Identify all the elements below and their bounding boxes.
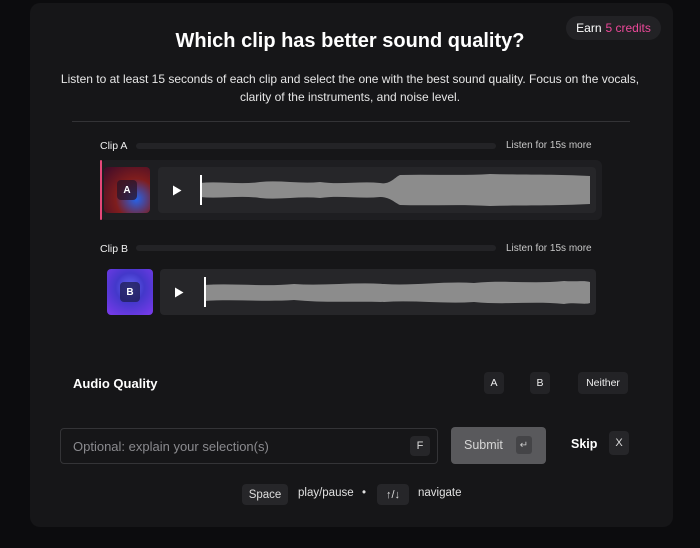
clip-b-label: Clip B xyxy=(100,243,129,255)
hint-separator: • xyxy=(362,487,367,499)
submit-label: Submit xyxy=(464,438,503,452)
clip-a-selected-indicator xyxy=(100,160,102,220)
submit-button[interactable]: Submit ↵ xyxy=(451,427,546,464)
clip-b-waveform[interactable] xyxy=(204,275,590,309)
clip-a-row[interactable]: A xyxy=(100,160,602,220)
clip-b-thumbnail: B xyxy=(107,269,153,315)
clip-b-playhead[interactable] xyxy=(204,277,206,307)
divider xyxy=(72,121,630,122)
clip-a-thumbnail: A xyxy=(104,167,150,213)
skip-shortcut-key[interactable]: X xyxy=(609,431,629,455)
explain-input[interactable] xyxy=(73,429,403,463)
space-action-text: play/pause xyxy=(298,487,354,499)
clip-a-listen-progress xyxy=(136,143,496,149)
clip-b-listen-progress xyxy=(136,245,496,251)
explain-shortcut-key: F xyxy=(410,436,430,456)
clip-b-row[interactable]: B xyxy=(100,264,600,320)
explain-field[interactable]: F xyxy=(60,428,438,464)
clip-a-waveform[interactable] xyxy=(200,173,590,207)
play-icon[interactable] xyxy=(168,281,190,303)
instructions-text: Listen to at least 15 seconds of each cl… xyxy=(60,72,640,104)
question-label: Audio Quality xyxy=(73,376,158,391)
skip-button[interactable]: Skip xyxy=(571,437,597,451)
clip-b-badge: B xyxy=(120,282,140,302)
option-b-button[interactable]: B xyxy=(530,372,550,394)
option-a-button[interactable]: A xyxy=(484,372,504,394)
clip-a-label: Clip A xyxy=(100,140,128,152)
clip-a-badge: A xyxy=(117,180,137,200)
option-neither-button[interactable]: Neither xyxy=(578,372,628,394)
clip-a-player[interactable] xyxy=(158,167,596,213)
arrow-keys: ↑/↓ xyxy=(377,484,409,505)
enter-key-icon: ↵ xyxy=(516,436,532,454)
space-key: Space xyxy=(242,484,288,505)
page-title: Which clip has better sound quality? xyxy=(175,30,525,52)
clip-a-playhead[interactable] xyxy=(200,175,202,205)
clip-b-player[interactable] xyxy=(160,269,596,315)
clip-a-listen-text: Listen for 15s more xyxy=(506,140,592,151)
clip-b-listen-text: Listen for 15s more xyxy=(506,243,592,254)
navigate-text: navigate xyxy=(418,487,462,499)
play-icon[interactable] xyxy=(166,179,188,201)
